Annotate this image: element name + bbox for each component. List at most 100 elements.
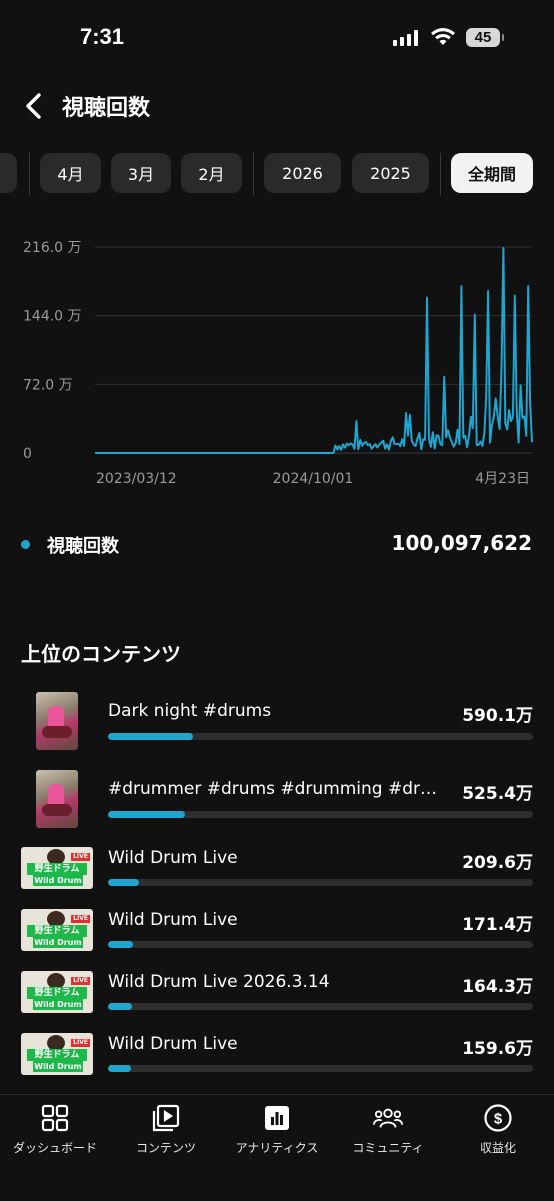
- thumbnail-text: 野生ドラム: [27, 987, 87, 999]
- thumbnail-text: 野生ドラム: [27, 925, 87, 937]
- content-progress-fill: [108, 1003, 132, 1010]
- thumbnail-text: 野生ドラム: [27, 1049, 87, 1061]
- content-thumbnail: 野生ドラム Wild Drum LIVE: [21, 847, 93, 889]
- battery-icon: 45: [466, 28, 504, 47]
- content-views: 590.1万: [462, 706, 533, 726]
- thumbnail-text: Wild Drum: [33, 1061, 83, 1072]
- live-badge: LIVE: [71, 915, 90, 923]
- nav-dashboard-label: ダッシュボード: [12, 1141, 97, 1155]
- content-thumbnail: 野生ドラム Wild Drum LIVE: [21, 971, 93, 1013]
- content-title: #drummer #drums #drumming #drum...: [108, 779, 443, 799]
- content-progress-track: [108, 941, 533, 948]
- content-progress-fill: [108, 879, 139, 886]
- content-progress-fill: [108, 1065, 131, 1072]
- content-views: 159.6万: [462, 1039, 533, 1059]
- legend-label: 視聴回数: [47, 536, 119, 557]
- filter-chip-march[interactable]: 3月: [111, 153, 171, 193]
- content-row[interactable]: Dark night #drums 590.1万: [0, 692, 554, 750]
- content-progress-fill: [108, 941, 133, 948]
- thumbnail-text: Wild Drum: [33, 999, 83, 1010]
- status-time: 7:31: [80, 24, 125, 49]
- content-progress-track: [108, 1065, 533, 1072]
- bottom-navigation: ダッシュボード コンテンツ アナリティクス コミュニティ $ 収益化: [0, 1094, 554, 1201]
- content-title: Dark night #drums: [108, 701, 272, 721]
- nav-content[interactable]: コンテンツ: [111, 1103, 221, 1163]
- content-row[interactable]: 野生ドラム Wild Drum LIVE Wild Drum Live 2026.3.…: [0, 968, 554, 1026]
- filter-chip-2026[interactable]: 2026: [264, 153, 341, 193]
- live-badge: LIVE: [71, 853, 90, 861]
- content-thumbnail: [36, 770, 78, 828]
- y-tick-label: 72.0 万: [23, 377, 73, 393]
- nav-analytics-label: アナリティクス: [235, 1141, 319, 1155]
- filter-chip-february[interactable]: 2月: [181, 153, 242, 193]
- y-tick-label: 216.0 万: [23, 240, 82, 256]
- x-tick-label: 2024/10/01: [273, 471, 354, 487]
- thumbnail-text: Wild Drum: [33, 875, 83, 886]
- content-row[interactable]: 野生ドラム Wild Drum LIVE Wild Drum Live 171.4万: [0, 906, 554, 964]
- filter-chip-all-time[interactable]: 全期間: [451, 153, 533, 193]
- content-row[interactable]: #drummer #drums #drumming #drum... 525.4万: [0, 770, 554, 828]
- top-contents-title: 上位のコンテンツ: [21, 642, 181, 666]
- filter-chip-april[interactable]: 4月: [40, 153, 101, 193]
- content-progress-track: [108, 879, 533, 886]
- filter-divider: [29, 153, 30, 195]
- content-row[interactable]: 野生ドラム Wild Drum LIVE Wild Drum Live 159.6万: [0, 1030, 554, 1088]
- x-tick-label: 2023/03/12: [96, 471, 177, 487]
- nav-dashboard[interactable]: ダッシュボード: [0, 1103, 110, 1163]
- nav-monetization[interactable]: $ 収益化: [443, 1103, 553, 1163]
- total-views: 100,097,622: [391, 531, 532, 555]
- content-progress-fill: [108, 733, 193, 740]
- signal-icon: [393, 30, 418, 46]
- content-title: Wild Drum Live 2026.3.14: [108, 972, 330, 992]
- views-line-chart: 216.0 万 144.0 万 72.0 万 0 2023/03/12 2024/10/0…: [23, 240, 533, 487]
- legend-dot: [21, 540, 30, 549]
- thumbnail-text: 野生ドラム: [27, 863, 87, 875]
- chevron-left-icon: [26, 93, 41, 119]
- content-thumbnail: [36, 692, 78, 750]
- nav-content-label: コンテンツ: [135, 1141, 196, 1155]
- filter-divider: [440, 153, 441, 195]
- x-tick-label: 4月23日: [475, 471, 530, 487]
- filter-divider: [253, 153, 254, 195]
- period-filters: 4月 3月 2月 2026 2025 全期間: [0, 153, 554, 195]
- dashboard-icon: [40, 1103, 70, 1133]
- content-views: 525.4万: [462, 784, 533, 804]
- views-summary: 視聴回数 100,097,622: [0, 530, 554, 560]
- header: 視聴回数: [0, 84, 554, 128]
- back-button[interactable]: [18, 88, 48, 124]
- wifi-icon: [430, 27, 456, 51]
- content-progress-fill: [108, 811, 185, 818]
- y-tick-label: 0: [23, 446, 32, 462]
- live-badge: LIVE: [71, 1039, 90, 1047]
- nav-community[interactable]: コミュニティ: [333, 1103, 443, 1163]
- page-title: 視聴回数: [62, 96, 151, 121]
- nav-community-label: コミュニティ: [352, 1141, 424, 1155]
- content-title: Wild Drum Live: [108, 1034, 238, 1054]
- monetization-icon: $: [483, 1103, 513, 1133]
- content-title: Wild Drum Live: [108, 910, 238, 930]
- filter-chip-partial[interactable]: [0, 153, 17, 193]
- status-bar: 7:31 45: [0, 0, 554, 80]
- content-row[interactable]: 野生ドラム Wild Drum LIVE Wild Drum Live 209.6万: [0, 844, 554, 902]
- content-progress-track: [108, 733, 533, 740]
- content-views: 164.3万: [462, 977, 533, 997]
- filter-chip-2025[interactable]: 2025: [352, 153, 429, 193]
- analytics-icon: [262, 1103, 292, 1133]
- content-thumbnail: 野生ドラム Wild Drum LIVE: [21, 1033, 93, 1075]
- content-icon: [151, 1103, 181, 1133]
- views-chart: 216.0 万 144.0 万 72.0 万 0 2023/03/12 2024/10/0…: [0, 230, 554, 500]
- content-thumbnail: 野生ドラム Wild Drum LIVE: [21, 909, 93, 951]
- content-progress-track: [108, 1003, 533, 1010]
- content-views: 209.6万: [462, 853, 533, 873]
- thumbnail-text: Wild Drum: [33, 937, 83, 948]
- svg-text:$: $: [494, 1111, 503, 1128]
- live-badge: LIVE: [71, 977, 90, 985]
- community-icon: [373, 1103, 403, 1133]
- content-title: Wild Drum Live: [108, 848, 238, 868]
- y-tick-label: 144.0 万: [23, 309, 82, 325]
- nav-monetization-label: 収益化: [479, 1141, 516, 1155]
- views-series-line: [95, 247, 533, 454]
- content-progress-track: [108, 811, 533, 818]
- nav-analytics[interactable]: アナリティクス: [222, 1103, 332, 1163]
- content-views: 171.4万: [462, 915, 533, 935]
